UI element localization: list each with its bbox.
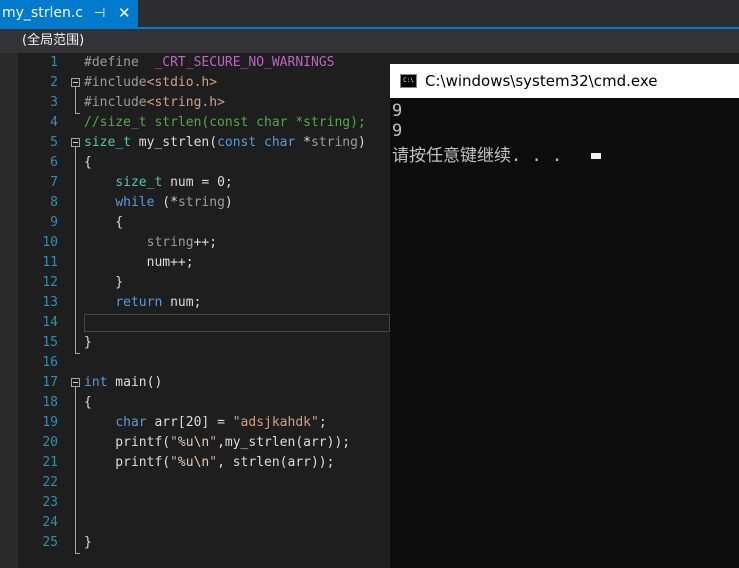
line-number: 16	[42, 355, 58, 370]
code-line: //size_t strlen(const char *string);	[84, 115, 366, 130]
code-line: {	[84, 215, 124, 230]
line-number: 4	[50, 115, 58, 130]
code-line: }	[84, 335, 92, 350]
code-line: #define _CRT_SECURE_NO_WARNINGS	[84, 55, 335, 70]
fold-guide-end	[75, 553, 80, 554]
line-number: 21	[42, 455, 58, 470]
code-line: while (*string)	[115, 195, 233, 210]
code-line: }	[84, 275, 124, 290]
code-line: char arr[20] = "adsjkahdk";	[115, 415, 327, 430]
scope-dropdown[interactable]: (全局范围)	[22, 29, 84, 53]
code-line: num++;	[84, 255, 194, 270]
console-output-line: 请按任意键继续. . .	[392, 146, 573, 166]
console-output-line: 9	[392, 101, 403, 121]
line-number: 9	[50, 215, 58, 230]
line-number: 10	[42, 235, 58, 250]
code-line: }	[84, 535, 92, 550]
tab-bar: my_strlen.c ⊣ ✕	[0, 0, 739, 27]
fold-toggle-icon[interactable]	[71, 138, 80, 147]
line-number: 19	[42, 415, 58, 430]
line-number: 12	[42, 275, 58, 290]
code-line: {	[84, 155, 92, 170]
code-line: return num;	[115, 295, 202, 310]
code-line: int main()	[84, 375, 163, 390]
tab-title: my_strlen.c	[2, 5, 83, 21]
line-number: 13	[42, 295, 58, 310]
cmd-icon: C:\	[400, 74, 417, 88]
console-output-line: 9	[392, 121, 403, 141]
line-number: 15	[42, 335, 58, 350]
code-line: string++;	[146, 235, 218, 250]
line-number: 3	[50, 95, 58, 110]
fold-toggle-icon[interactable]	[71, 78, 80, 87]
line-number: 5	[50, 135, 58, 150]
editor-margin	[0, 53, 18, 568]
line-number: 17	[42, 375, 58, 390]
code-line: #include<string.h>	[84, 95, 225, 110]
current-line-highlight	[84, 314, 390, 332]
pin-icon[interactable]: ⊣	[94, 0, 105, 27]
fold-guide	[75, 387, 76, 553]
code-line: printf("%u\n", strlen(arr));	[84, 455, 335, 470]
console-title: C:\windows\system32\cmd.exe	[425, 72, 658, 90]
line-number: 20	[42, 435, 58, 450]
line-number: 11	[42, 255, 58, 270]
line-number: 2	[50, 75, 58, 90]
line-number: 14	[42, 315, 58, 330]
fold-toggle-icon[interactable]	[71, 378, 80, 387]
console-window[interactable]: C:\ C:\windows\system32\cmd.exe 9 9 请按任意…	[390, 64, 739, 568]
line-number: 7	[50, 175, 58, 190]
line-number: 8	[50, 195, 58, 210]
line-number: 18	[42, 395, 58, 410]
line-number: 6	[50, 155, 58, 170]
line-number: 23	[42, 495, 58, 510]
close-icon[interactable]: ✕	[118, 0, 131, 27]
code-line: size_t my_strlen(const char *string)	[84, 135, 366, 150]
tab-my-strlen[interactable]: my_strlen.c ⊣ ✕	[0, 0, 138, 27]
line-number: 22	[42, 475, 58, 490]
fold-guide	[75, 87, 76, 113]
line-number: 1	[50, 55, 58, 70]
scope-bar: (全局范围)	[0, 29, 739, 53]
code-line: #include<stdio.h>	[84, 75, 218, 90]
code-line: {	[84, 395, 92, 410]
console-cursor	[591, 153, 601, 159]
fold-guide-end	[75, 353, 80, 354]
fold-guide-end	[75, 113, 80, 114]
code-line: printf("%u\n",my_strlen(arr));	[84, 435, 351, 450]
line-number: 24	[42, 515, 58, 530]
line-number: 25	[42, 535, 58, 550]
code-line: size_t num = 0;	[115, 175, 233, 190]
console-titlebar[interactable]: C:\ C:\windows\system32\cmd.exe	[390, 64, 739, 98]
fold-guide	[75, 147, 76, 353]
